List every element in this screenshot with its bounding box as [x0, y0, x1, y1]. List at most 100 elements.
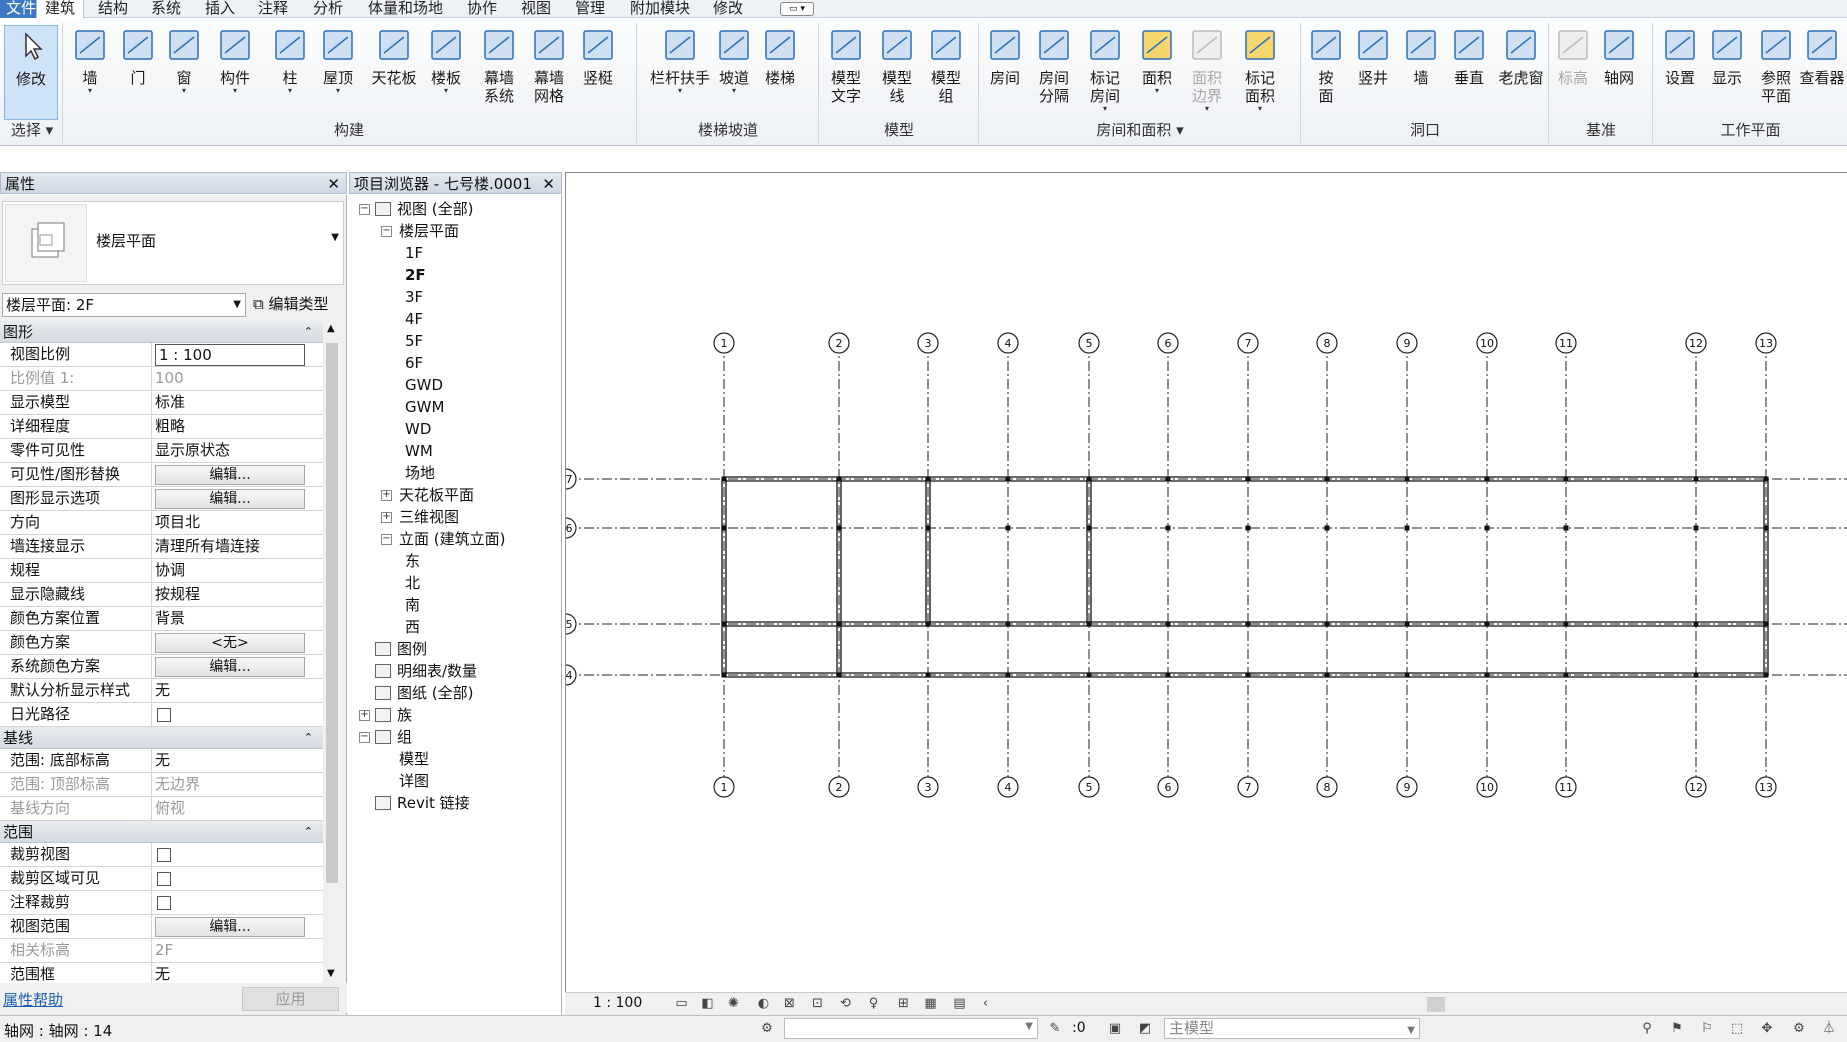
select-links-icon[interactable]: ⚲	[1638, 1020, 1656, 1038]
grid-label[interactable]: 2	[836, 781, 843, 794]
tab-view[interactable]: 视图	[521, 0, 551, 18]
column[interactable]	[1165, 525, 1171, 531]
sun-path-icon[interactable]: ✺	[725, 996, 742, 1012]
chevron-down-icon[interactable]: ▾	[1184, 105, 1230, 113]
design-options-icon[interactable]: ▣	[1106, 1020, 1124, 1038]
browser-node[interactable]: 组	[397, 727, 412, 747]
column[interactable]	[1563, 621, 1569, 627]
property-edit-button[interactable]: 编辑...	[155, 917, 305, 937]
grid-label[interactable]: 8	[1324, 781, 1331, 794]
property-value[interactable]: 粗略	[155, 415, 305, 439]
column[interactable]	[1245, 672, 1251, 678]
grid-label[interactable]: 2	[836, 337, 843, 350]
scroll-left-icon[interactable]: ‹	[977, 996, 994, 1012]
column[interactable]	[1693, 621, 1699, 627]
property-edit-button[interactable]: 编辑...	[155, 489, 305, 509]
expand-icon[interactable]: +	[381, 512, 392, 523]
ribbon-button-ref-plane[interactable]: 参照 平面	[1752, 25, 1800, 120]
grid-label[interactable]: 3	[925, 337, 932, 350]
column[interactable]	[1245, 525, 1251, 531]
grid-label[interactable]: 13	[1759, 337, 1773, 350]
grid-label[interactable]: 6	[1165, 781, 1172, 794]
ribbon-button-viewer[interactable]: 查看器	[1798, 25, 1846, 120]
ribbon-button-door[interactable]: 门	[118, 25, 158, 120]
column[interactable]	[1404, 525, 1410, 531]
ribbon-button-curtain-system[interactable]: 幕墙 系统	[474, 25, 524, 120]
grid-label[interactable]: 7	[1245, 781, 1252, 794]
browser-node[interactable]: 详图	[399, 771, 429, 791]
column[interactable]	[1763, 476, 1769, 482]
collapse-icon[interactable]: ⌃	[304, 727, 313, 749]
column[interactable]	[1086, 525, 1092, 531]
group-label-select[interactable]: 选择 ▾	[2, 120, 62, 140]
property-edit-button[interactable]: 编辑...	[155, 657, 305, 677]
chevron-down-icon[interactable]: ▾	[712, 87, 756, 95]
ribbon-button-ceiling[interactable]: 天花板	[368, 25, 420, 120]
column[interactable]	[1005, 672, 1011, 678]
browser-node[interactable]: 立面 (建筑立面)	[399, 529, 505, 549]
ribbon-button-grid[interactable]: 轴网	[1594, 25, 1644, 120]
select-pinned-icon[interactable]: ⚐	[1698, 1020, 1716, 1038]
property-checkbox[interactable]	[157, 896, 171, 910]
browser-node[interactable]: 南	[405, 595, 420, 615]
column[interactable]	[836, 672, 842, 678]
ribbon-button-vertical-opening[interactable]: 垂直	[1446, 25, 1492, 120]
detail-level-icon[interactable]: ▭	[673, 996, 690, 1012]
worksets-icon[interactable]: ⚙	[758, 1020, 776, 1038]
floor-plan-drawing[interactable]: 11223344556677889910101111121213137654	[566, 173, 1847, 993]
column[interactable]	[836, 525, 842, 531]
chevron-down-icon[interactable]: ▾	[422, 87, 470, 95]
ribbon-button-room-separator[interactable]: 房间 分隔	[1030, 25, 1078, 120]
group-label-room-area[interactable]: 房间和面积 ▾	[980, 120, 1300, 140]
ribbon-button-wall[interactable]: 墙 ▾	[70, 25, 110, 120]
grid-label[interactable]: 6	[1165, 337, 1172, 350]
column[interactable]	[721, 476, 727, 482]
ribbon-button-model-text[interactable]: 模型 文字	[822, 25, 870, 120]
chevron-down-icon[interactable]: ▾	[1134, 87, 1180, 95]
shadows-icon[interactable]: ◐	[755, 996, 772, 1012]
column[interactable]	[1086, 476, 1092, 482]
browser-node[interactable]: 2F	[405, 265, 426, 285]
browser-node[interactable]: WD	[405, 419, 431, 439]
tab-analyze[interactable]: 分析	[313, 0, 343, 18]
grid-label[interactable]: 11	[1559, 337, 1573, 350]
collapse-icon[interactable]: −	[381, 226, 392, 237]
horizontal-scroll-thumb[interactable]	[1427, 997, 1445, 1012]
design-option-dropdown[interactable]: 主模型 ▼	[1164, 1018, 1420, 1039]
ribbon-button-curtain-grid[interactable]: 幕墙 网格	[524, 25, 574, 120]
browser-node[interactable]: 东	[405, 551, 420, 571]
ribbon-button-stair[interactable]: 楼梯	[760, 25, 800, 120]
column[interactable]	[925, 525, 931, 531]
grid-label[interactable]: 6	[566, 522, 573, 535]
collapse-icon[interactable]: ⌃	[304, 821, 313, 843]
ribbon-button-railing[interactable]: 栏杆扶手 ▾	[642, 25, 718, 120]
ribbon-button-select-cursor[interactable]: 修改	[4, 25, 58, 120]
ribbon-button-set-workplane[interactable]: 设置	[1656, 25, 1704, 120]
ribbon-button-roof[interactable]: 屋顶 ▾	[316, 25, 360, 120]
property-edit-button[interactable]: <无>	[155, 633, 305, 653]
ribbon-button-column[interactable]: 柱 ▾	[270, 25, 310, 120]
browser-node[interactable]: 楼层平面	[399, 221, 459, 241]
grid-label[interactable]: 4	[1005, 337, 1012, 350]
filter-icon[interactable]: ⏃	[1820, 1020, 1838, 1038]
column[interactable]	[1484, 621, 1490, 627]
scroll-down-icon[interactable]: ▼	[327, 968, 335, 979]
ribbon-button-show-workplane[interactable]: 显示	[1706, 25, 1748, 120]
tab-collaborate[interactable]: 协作	[467, 0, 497, 18]
property-section-header[interactable]: 基线 ⌃	[0, 727, 323, 749]
grid-label[interactable]: 5	[1086, 781, 1093, 794]
ribbon-button-mullion[interactable]: 竖梃	[574, 25, 622, 120]
browser-node[interactable]: 模型	[399, 749, 429, 769]
tab-addins[interactable]: 附加模块	[630, 0, 690, 18]
ribbon-button-tag-area[interactable]: 标记 面积 ▾	[1236, 25, 1284, 120]
ribbon-button-ramp[interactable]: 坡道 ▾	[712, 25, 756, 120]
ribbon-button-component[interactable]: 构件 ▾	[208, 25, 262, 120]
ribbon-button-tag-room[interactable]: 标记 房间 ▾	[1080, 25, 1130, 120]
browser-node[interactable]: 5F	[405, 331, 423, 351]
browser-node[interactable]: 西	[405, 617, 420, 637]
column[interactable]	[1693, 476, 1699, 482]
tab-massing-site[interactable]: 体量和场地	[368, 0, 443, 18]
column[interactable]	[1763, 621, 1769, 627]
browser-node[interactable]: 三维视图	[399, 507, 459, 527]
ribbon-minimize-toggle[interactable]: ▭ ▾	[780, 2, 814, 16]
